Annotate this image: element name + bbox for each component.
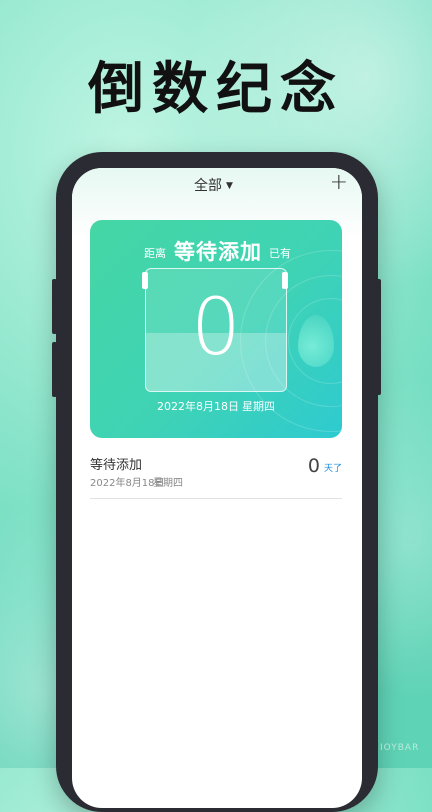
- watermark-text: IOYBAR: [380, 743, 420, 753]
- elapsed-label: 已有: [269, 247, 291, 260]
- list-item[interactable]: 等待添加 2022年8月18日 星期四 0 天了: [90, 450, 342, 499]
- flip-counter: 0: [145, 268, 287, 392]
- counter-value: 0: [191, 283, 241, 373]
- list-item-unit: 天了: [323, 464, 342, 474]
- category-dropdown-label: 全部: [194, 178, 222, 194]
- distance-label: 距离: [144, 247, 166, 260]
- flip-hinge-left: [142, 272, 148, 289]
- card-title: 等待添加: [174, 240, 262, 264]
- flip-hinge-right: [282, 272, 288, 289]
- category-dropdown[interactable]: 全部 ▼: [194, 175, 233, 195]
- card-date: 2022年8月18日: [157, 400, 239, 413]
- phone-volume-down: [52, 342, 57, 397]
- list-item-count: 0: [307, 455, 320, 477]
- top-bar: 全部 ▼ +: [72, 168, 362, 200]
- app-screen: 全部 ▼ + 距离 等待添加 已有 0 2022年8月18日 星期四 等待添加 2…: [72, 168, 362, 808]
- phone-power-button: [376, 279, 381, 395]
- list-item-title: 等待添加: [90, 458, 143, 473]
- list-item-weekday: 星期四: [153, 478, 183, 489]
- phone-volume-up: [52, 279, 57, 334]
- promo-banner-title: 倒数纪念: [88, 57, 344, 122]
- card-weekday: 星期四: [242, 400, 275, 413]
- caret-down-icon: ▼: [226, 181, 233, 191]
- add-icon[interactable]: +: [330, 170, 348, 195]
- countdown-card[interactable]: 距离 等待添加 已有 0 2022年8月18日 星期四: [90, 220, 342, 438]
